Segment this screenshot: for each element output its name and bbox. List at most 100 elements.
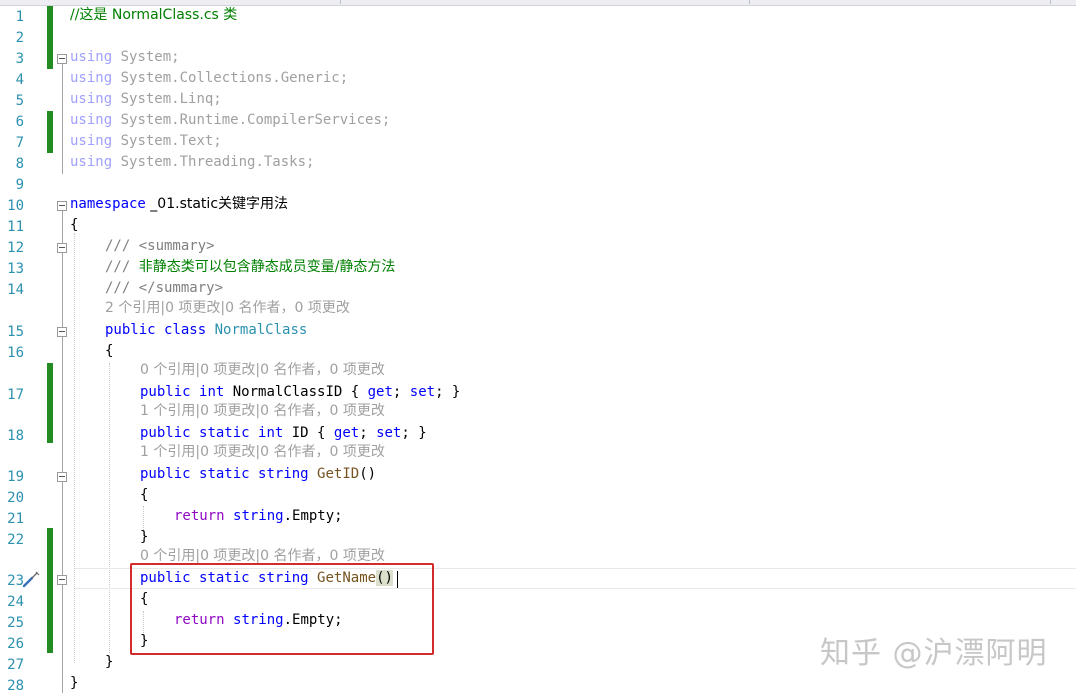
keyword: using bbox=[70, 70, 113, 86]
codelens-references[interactable]: 1 个引用|0 项更改|0 名作者，0 项更改 bbox=[140, 442, 1076, 463]
keyword: public bbox=[105, 322, 156, 338]
code-line-18: public static int ID { get; set; } bbox=[140, 423, 1076, 444]
code-line-21: return string.Empty; bbox=[174, 506, 1076, 527]
line-number: 7 bbox=[15, 135, 24, 151]
codelens-references[interactable]: 0 个引用|0 项更改|0 名作者，0 项更改 bbox=[140, 360, 1076, 381]
namespace-name: System.Threading.Tasks; bbox=[112, 154, 315, 170]
collapse-minus-icon[interactable] bbox=[57, 575, 67, 585]
punctuation: ; } bbox=[435, 384, 461, 400]
keyword: public bbox=[140, 384, 191, 400]
keyword: set bbox=[376, 425, 402, 441]
keyword: static bbox=[199, 466, 250, 482]
line-number: 4 bbox=[15, 72, 24, 88]
code-line-28: } bbox=[70, 673, 1076, 694]
code-line-13: /// 非静态类可以包含静态成员变量/静态方法 bbox=[105, 257, 1076, 278]
type-dropdown[interactable] bbox=[341, 0, 750, 4]
namespace-name: _01.static关键字用法 bbox=[145, 196, 289, 212]
keyword: get bbox=[367, 384, 393, 400]
keyword: get bbox=[333, 425, 360, 441]
keyword: using bbox=[70, 49, 113, 65]
member-dropdown[interactable] bbox=[750, 0, 1051, 4]
code-line-16: { bbox=[105, 341, 1076, 362]
code-line-22: } bbox=[140, 527, 1076, 548]
collapse-minus-icon[interactable] bbox=[57, 327, 67, 337]
keyword: namespace bbox=[70, 196, 146, 212]
class-name: NormalClass bbox=[214, 322, 308, 338]
line-number: 21 bbox=[7, 511, 24, 527]
line-number: 1 bbox=[15, 9, 24, 25]
member-access: .Empty; bbox=[283, 508, 343, 524]
code-line-1: //这是 NormalClass.cs 类 bbox=[70, 5, 1076, 26]
code-line-6: using System.Runtime.CompilerServices; bbox=[70, 110, 1076, 131]
line-number: 6 bbox=[15, 114, 24, 130]
method-name: GetID bbox=[317, 466, 360, 482]
namespace-name: System.Text; bbox=[112, 133, 222, 149]
keyword: using bbox=[70, 91, 113, 107]
collapse-minus-icon[interactable] bbox=[57, 201, 67, 211]
line-number: 28 bbox=[7, 678, 24, 694]
doc-comment-slashes: /// bbox=[105, 259, 139, 275]
keyword: int bbox=[199, 384, 225, 400]
line-number: 18 bbox=[7, 428, 24, 444]
keyword: static bbox=[199, 425, 250, 441]
outline-line bbox=[62, 211, 63, 693]
line-number: 8 bbox=[15, 156, 24, 172]
code-line-5: using System.Linq; bbox=[70, 89, 1076, 110]
doc-comment-slashes: /// bbox=[105, 238, 139, 254]
code-line-11: { bbox=[70, 215, 1076, 236]
code-line-4: using System.Collections.Generic; bbox=[70, 68, 1076, 89]
indent-guide bbox=[74, 233, 75, 663]
project-dropdown[interactable] bbox=[0, 0, 341, 4]
brace: } bbox=[140, 529, 149, 545]
namespace-name: System.Linq; bbox=[112, 91, 222, 107]
line-number: 27 bbox=[7, 657, 24, 673]
doc-comment-tag: <summary> bbox=[138, 238, 215, 254]
line-number: 19 bbox=[7, 469, 24, 485]
collapse-minus-icon[interactable] bbox=[57, 243, 67, 253]
brace: } bbox=[105, 654, 114, 670]
line-number: 25 bbox=[7, 615, 24, 631]
collapse-minus-icon[interactable] bbox=[57, 54, 67, 64]
line-number: 20 bbox=[7, 490, 24, 506]
line-number: 9 bbox=[15, 177, 24, 193]
brace: { bbox=[140, 487, 149, 503]
brace: { bbox=[105, 343, 114, 359]
keyword: using bbox=[70, 154, 113, 170]
namespace-name: System.Runtime.CompilerServices; bbox=[112, 112, 391, 128]
line-number: 22 bbox=[7, 532, 24, 548]
codelens-references[interactable]: 1 个引用|0 项更改|0 名作者，0 项更改 bbox=[140, 401, 1076, 422]
keyword: public bbox=[140, 425, 191, 441]
keyword: set bbox=[409, 384, 436, 400]
codelens-references[interactable]: 2 个引用|0 项更改|0 名作者，0 项更改 bbox=[105, 298, 1076, 319]
brace: { bbox=[70, 217, 79, 233]
changed-lines-marker bbox=[47, 6, 53, 69]
changed-lines-marker bbox=[47, 363, 53, 443]
line-number: 14 bbox=[7, 282, 24, 298]
code-line-8: using System.Threading.Tasks; bbox=[70, 152, 1076, 173]
line-number: 16 bbox=[7, 345, 24, 361]
line-number: 2 bbox=[15, 30, 24, 46]
code-line-15: public class NormalClass bbox=[105, 320, 1076, 341]
line-number: 10 bbox=[7, 198, 24, 214]
watermark-text: 知乎 @沪漂阿明 bbox=[820, 636, 1048, 671]
keyword: return bbox=[174, 508, 225, 524]
highlight-annotation-box bbox=[130, 563, 434, 655]
keyword: class bbox=[164, 322, 207, 338]
code-line-3: using System; bbox=[70, 47, 1076, 68]
line-number: 24 bbox=[7, 594, 24, 610]
changed-lines-marker bbox=[47, 111, 53, 153]
keyword: public bbox=[140, 466, 191, 482]
keyword: using bbox=[70, 112, 113, 128]
code-line-10: namespace _01.static关键字用法 bbox=[70, 194, 1076, 215]
doc-comment-text: 非静态类可以包含静态成员变量/静态方法 bbox=[138, 259, 396, 275]
screwdriver-icon[interactable] bbox=[21, 569, 41, 589]
collapse-minus-icon[interactable] bbox=[57, 472, 67, 482]
punctuation: ; } bbox=[401, 425, 427, 441]
comment: //这是 NormalClass.cs 类 bbox=[70, 7, 238, 23]
doc-comment-tag: </summary> bbox=[138, 280, 224, 296]
line-number: 5 bbox=[15, 93, 24, 109]
code-line-14: /// </summary> bbox=[105, 278, 1076, 299]
code-line-12: /// <summary> bbox=[105, 236, 1076, 257]
parentheses: () bbox=[359, 466, 377, 482]
punctuation: ; bbox=[392, 384, 410, 400]
